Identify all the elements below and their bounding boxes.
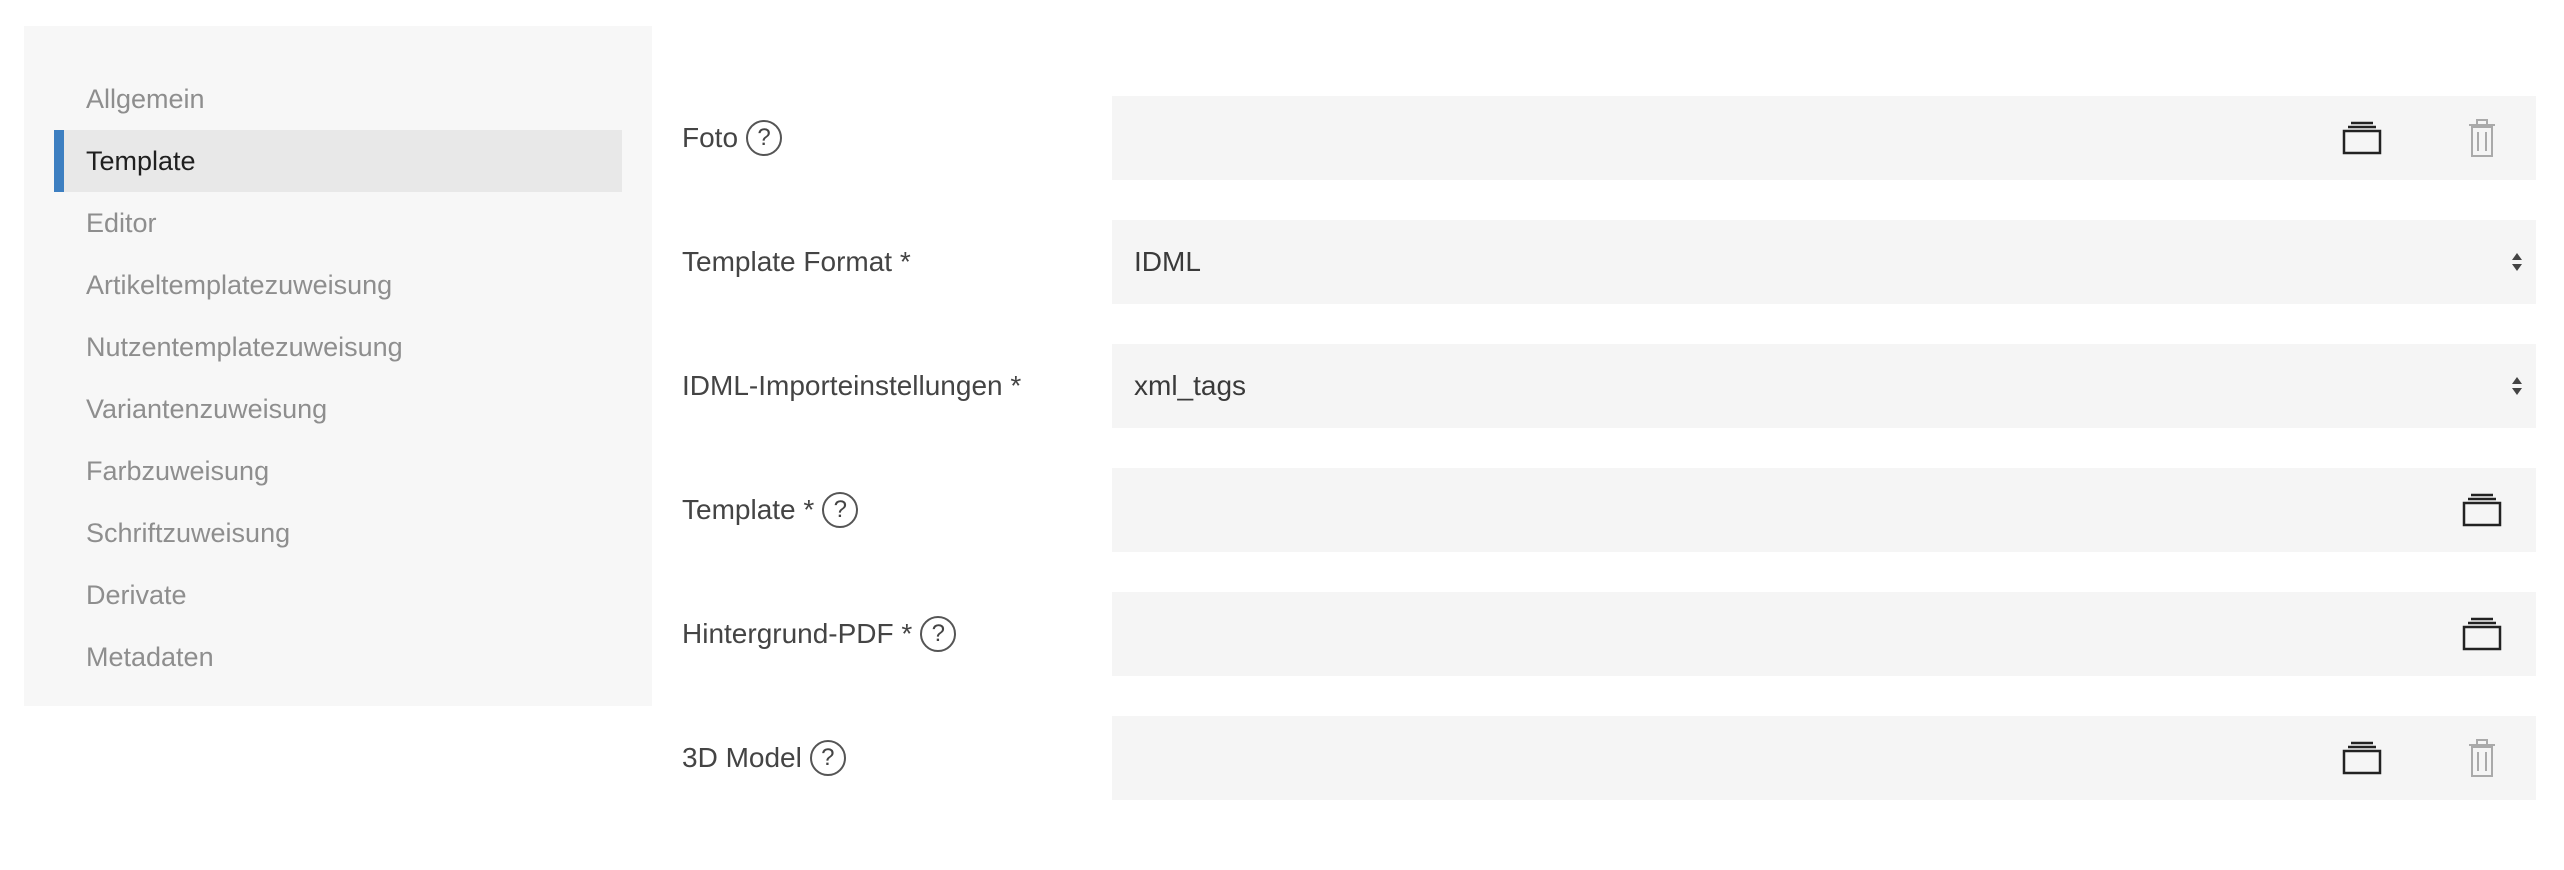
sidebar-item-label: Artikeltemplatezuweisung (86, 269, 393, 300)
field-label-template-format: Template Format * (682, 220, 1102, 304)
select-arrows-icon (2510, 220, 2524, 304)
folder-icon[interactable] (2338, 734, 2386, 782)
form-row-hintergrund-pdf: Hintergrund-PDF * ? (682, 592, 2536, 676)
form-row-idml-import: IDML-Importeinstellungen * xml_tags (682, 344, 2536, 428)
sidebar-nav: Allgemein Template Editor Artikeltemplat… (24, 26, 652, 706)
form-row-template: Template * ? (682, 468, 2536, 552)
field-label-text: Hintergrund-PDF * (682, 618, 913, 649)
sidebar-item-template[interactable]: Template (54, 130, 622, 192)
help-icon[interactable]: ? (809, 740, 846, 776)
3d-model-file-field[interactable] (1112, 716, 2536, 800)
sidebar-item-variantenzuweisung[interactable]: Variantenzuweisung (54, 378, 622, 440)
help-icon[interactable]: ? (746, 120, 783, 156)
sidebar-item-farbzuweisung[interactable]: Farbzuweisung (54, 440, 622, 502)
select-arrows-icon (2510, 344, 2524, 428)
template-form: Foto ? Template Format * IDML IDML-Impor… (682, 96, 2536, 840)
sidebar-item-label: Metadaten (86, 641, 214, 672)
sidebar-item-label: Nutzentemplatezuweisung (86, 331, 403, 362)
field-label-text: 3D Model (682, 742, 802, 773)
field-label-foto: Foto ? (682, 96, 1102, 180)
field-label-text: Template * (682, 494, 815, 525)
folder-icon[interactable] (2338, 114, 2386, 162)
help-icon[interactable]: ? (822, 492, 859, 528)
page: Allgemein Template Editor Artikeltemplat… (0, 0, 2564, 870)
sidebar-item-label: Template (86, 145, 196, 176)
sidebar-item-allgemein[interactable]: Allgemein (54, 68, 622, 130)
field-label-hintergrund-pdf: Hintergrund-PDF * ? (682, 592, 1102, 676)
sidebar-item-label: Allgemein (86, 83, 205, 114)
sidebar-item-label: Farbzuweisung (86, 455, 270, 486)
field-label-template: Template * ? (682, 468, 1102, 552)
field-label-3d-model: 3D Model ? (682, 716, 1102, 800)
sidebar-item-derivate[interactable]: Derivate (54, 564, 622, 626)
select-value: IDML (1134, 246, 1201, 277)
field-label-text: Template Format * (682, 246, 911, 277)
field-label-text: Foto (682, 122, 739, 153)
folder-icon[interactable] (2458, 486, 2506, 534)
field-label-idml-import: IDML-Importeinstellungen * (682, 344, 1102, 428)
form-row-3d-model: 3D Model ? (682, 716, 2536, 800)
help-icon[interactable]: ? (920, 616, 957, 652)
sidebar-item-metadaten[interactable]: Metadaten (54, 626, 622, 688)
form-row-template-format: Template Format * IDML (682, 220, 2536, 304)
sidebar-item-editor[interactable]: Editor (54, 192, 622, 254)
folder-icon[interactable] (2458, 610, 2506, 658)
sidebar-item-label: Editor (86, 207, 157, 238)
select-value: xml_tags (1134, 370, 1247, 401)
idml-import-select[interactable]: xml_tags (1112, 344, 2536, 428)
sidebar-item-schriftzuweisung[interactable]: Schriftzuweisung (54, 502, 622, 564)
trash-icon[interactable] (2458, 734, 2506, 782)
field-label-text: IDML-Importeinstellungen * (682, 370, 1022, 401)
sidebar-item-label: Derivate (86, 579, 187, 610)
sidebar-item-label: Variantenzuweisung (86, 393, 328, 424)
foto-file-field[interactable] (1112, 96, 2536, 180)
template-file-field[interactable] (1112, 468, 2536, 552)
sidebar-item-nutzentemplatezuweisung[interactable]: Nutzentemplatezuweisung (54, 316, 622, 378)
template-format-select[interactable]: IDML (1112, 220, 2536, 304)
sidebar-item-label: Schriftzuweisung (86, 517, 291, 548)
trash-icon[interactable] (2458, 114, 2506, 162)
hintergrund-pdf-file-field[interactable] (1112, 592, 2536, 676)
sidebar-item-artikeltemplatezuweisung[interactable]: Artikeltemplatezuweisung (54, 254, 622, 316)
form-row-foto: Foto ? (682, 96, 2536, 180)
